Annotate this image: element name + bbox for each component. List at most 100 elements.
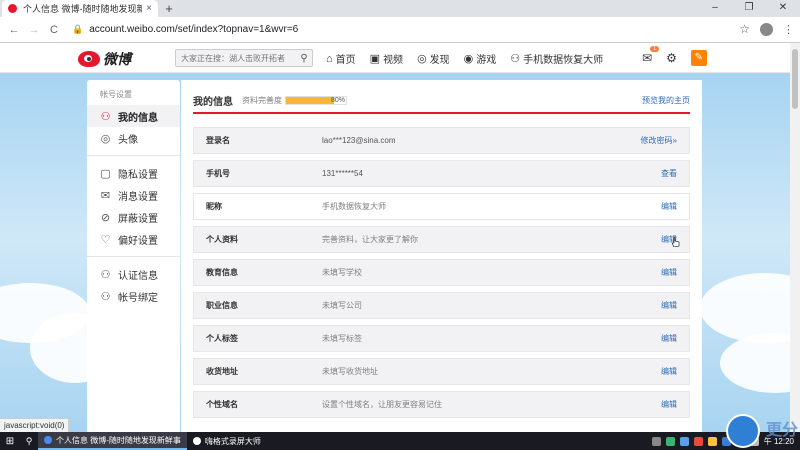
row-value: 未填写学校 <box>322 268 362 277</box>
sidebar-item-avatar[interactable]: ◎ 头像 <box>87 127 180 149</box>
nav-discover[interactable]: ◎ 发现 <box>417 51 450 66</box>
edit-education-link[interactable]: 编辑 <box>661 267 677 278</box>
sidebar-divider <box>87 256 180 257</box>
sidebar-item-verification[interactable]: ⚇ 认证信息 <box>87 263 180 285</box>
verify-icon: ⚇ <box>100 268 111 281</box>
sidebar-item-label: 隐私设置 <box>118 169 158 181</box>
profile-avatar[interactable] <box>760 22 773 36</box>
recorder-icon <box>192 437 201 445</box>
sidebar-header: 帐号设置 <box>100 90 132 99</box>
message-icon: ✉ <box>100 189 111 202</box>
row-value: lao***123@sina.com <box>322 136 396 145</box>
completeness-progress: 80% <box>285 95 347 105</box>
nav-label: 游戏 <box>476 55 497 66</box>
edit-career-link[interactable]: 编辑 <box>661 300 677 311</box>
tab-close-icon[interactable]: × <box>146 3 152 14</box>
search-icon[interactable]: ⚲ <box>20 436 38 447</box>
row-value: 未填写收货地址 <box>322 367 378 376</box>
scrollbar-thumb[interactable] <box>792 49 798 109</box>
view-phone-link[interactable]: 查看 <box>661 168 677 179</box>
taskbar-app-label: 个人信息 微博-随时随地发现新鲜事 <box>56 435 181 445</box>
tray-icon[interactable] <box>651 436 661 446</box>
edit-nickname-link[interactable]: 编辑 <box>661 201 677 212</box>
change-password-link[interactable]: 修改密码» <box>641 135 677 146</box>
row-value: 131******54 <box>322 169 363 178</box>
page-scrollbar[interactable] <box>790 43 800 432</box>
sidebar-item-messages[interactable]: ✉ 消息设置 <box>87 184 180 206</box>
maximize-button[interactable]: ❐ <box>732 0 766 17</box>
lock-icon[interactable]: 🔒 <box>72 24 83 35</box>
edit-address-link[interactable]: 编辑 <box>661 366 677 377</box>
compass-icon: ◎ <box>417 53 427 65</box>
sidebar-item-privacy[interactable]: ▢ 隐私设置 <box>87 162 180 184</box>
row-key: 登录名 <box>206 136 230 145</box>
sidebar-item-label: 认证信息 <box>118 270 158 282</box>
watermark-logo-icon <box>726 414 760 448</box>
browser-tab-bar: 个人信息 微博-随时随地发现新鲜事 × + – ❐ ✕ <box>0 0 800 17</box>
windows-start-icon[interactable]: ⊞ <box>0 436 20 447</box>
search-input[interactable] <box>176 53 296 63</box>
taskbar-app-recorder[interactable]: 嗨格式录屏大师 <box>187 432 267 450</box>
sidebar-item-block[interactable]: ⊘ 屏蔽设置 <box>87 206 180 228</box>
forward-button[interactable]: → <box>24 24 44 36</box>
block-icon: ⊘ <box>100 211 111 224</box>
background-cloud <box>700 273 800 343</box>
browser-tab[interactable]: 个人信息 微博-随时随地发现新鲜事 × <box>2 0 158 17</box>
nav-video[interactable]: ▣ 视频 <box>370 51 403 66</box>
info-row-address: 收货地址 未填写收货地址 编辑 <box>193 358 690 385</box>
tray-icon[interactable] <box>693 436 703 446</box>
compose-icon[interactable]: ✎ <box>690 50 707 66</box>
new-tab-button[interactable]: + <box>162 1 176 16</box>
messages-icon[interactable]: ✉ 1 <box>642 46 660 65</box>
browser-toolbar: ← → C 🔒 account.weibo.com/set/index?topn… <box>0 17 800 43</box>
close-window-button[interactable]: ✕ <box>766 0 800 17</box>
nav-home[interactable]: ⌂ 首页 <box>326 51 356 67</box>
user-icon: ⚇ <box>510 53 521 65</box>
row-key: 收货地址 <box>206 367 238 376</box>
info-row-career: 职业信息 未填写公司 编辑 <box>193 292 690 319</box>
sidebar-item-binding[interactable]: ⚇ 帐号绑定 <box>87 285 180 307</box>
info-row-login: 登录名 lao***123@sina.com 修改密码» <box>193 127 690 154</box>
privacy-icon: ▢ <box>100 167 111 180</box>
preview-homepage-link[interactable]: 预览我的主页 <box>642 95 690 106</box>
heart-icon: ♡ <box>100 233 111 246</box>
edit-tags-link[interactable]: 编辑 <box>661 333 677 344</box>
info-row-education: 教育信息 未填写学校 编辑 <box>193 259 690 286</box>
edit-domain-link[interactable]: 编辑 <box>661 399 677 410</box>
row-key: 个性域名 <box>206 400 238 409</box>
browser-menu-icon[interactable]: ⋮ <box>783 23 794 36</box>
tray-icon[interactable] <box>707 436 717 446</box>
nav-games[interactable]: ◉ 游戏 <box>464 51 497 66</box>
tray-icon[interactable] <box>679 436 689 446</box>
nav-profile[interactable]: ⚇ 手机数据恢复大师 <box>510 51 603 66</box>
gear-icon[interactable]: ⚙ <box>666 51 677 65</box>
message-badge: 1 <box>650 46 660 52</box>
watermark-text: 更分 <box>765 422 798 439</box>
address-bar[interactable]: account.weibo.com/set/index?topnav=1&wvr… <box>89 24 298 35</box>
completeness-percent: 80% <box>330 96 345 104</box>
sidebar-divider <box>87 155 180 156</box>
sidebar-item-preferences[interactable]: ♡ 偏好设置 <box>87 228 180 250</box>
weibo-logo[interactable]: 微博 <box>78 49 131 69</box>
page-title: 我的信息 <box>193 96 233 108</box>
video-icon: ▣ <box>369 53 381 65</box>
reload-button[interactable]: C <box>44 24 64 36</box>
weibo-header: 微博 ⚲ ⌂首页 ▣视频 ◎发现 ◉游戏 ⚇手机数据恢复大师 ✉1 ⚙ ✎ <box>0 43 790 73</box>
sidebar-item-label: 帐号绑定 <box>118 292 158 304</box>
sidebar-item-my-info[interactable]: ⚇ 我的信息 <box>87 105 180 127</box>
info-row-domain: 个性域名 设置个性域名，让朋友更容易记住 编辑 <box>193 391 690 418</box>
home-icon: ⌂ <box>326 52 333 65</box>
back-button[interactable]: ← <box>4 24 24 36</box>
search-icon[interactable]: ⚲ <box>296 53 312 64</box>
weibo-eye-icon <box>78 51 100 67</box>
search-box: ⚲ <box>175 49 313 67</box>
minimize-button[interactable]: – <box>698 0 732 17</box>
row-key: 教育信息 <box>206 268 238 277</box>
taskbar-app-chrome[interactable]: 个人信息 微博-随时随地发现新鲜事 <box>38 432 187 450</box>
wechat-icon[interactable] <box>665 436 675 446</box>
header-actions: ✉ 1 ⚙ ✎ <box>642 46 707 66</box>
hand-cursor-icon <box>672 237 680 247</box>
bookmark-star-icon[interactable]: ☆ <box>739 22 750 36</box>
my-info-panel: 我的信息 资料完善度 80% 预览我的主页 登录名 lao***123@sina… <box>181 80 702 432</box>
game-icon: ◉ <box>463 53 474 65</box>
